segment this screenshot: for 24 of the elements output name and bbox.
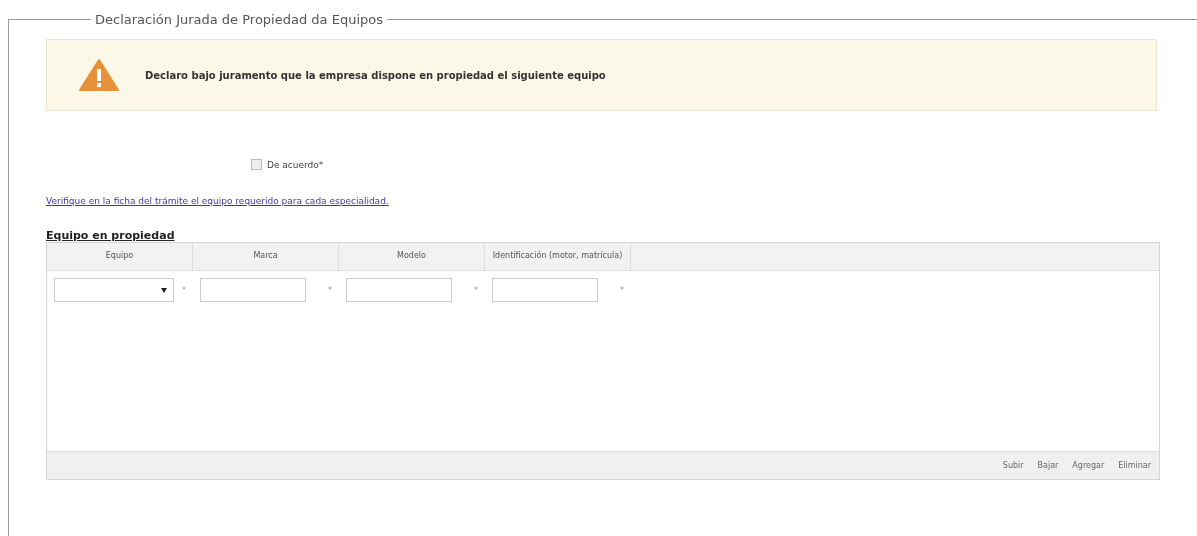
fieldset-legend: Declaración Jurada de Propiedad da Equipos [91, 12, 387, 27]
requirements-link[interactable]: Verifique en la ficha del trámite el equipo requerido para cada especialidad. [46, 196, 389, 206]
required-mark: * [474, 285, 478, 295]
text-field[interactable] [346, 278, 452, 302]
text-field[interactable] [492, 278, 598, 302]
toolbar-action[interactable]: Subir [1002, 461, 1024, 470]
agree-label: De acuerdo* [267, 159, 324, 170]
text-field[interactable] [200, 278, 306, 302]
toolbar-action[interactable]: Agregar [1072, 461, 1105, 470]
warning-text: Declaro bajo juramento que la empresa dispone en propiedad el siguiente equipo [145, 69, 606, 81]
toolbar-action[interactable]: Bajar [1037, 461, 1059, 470]
column-header: Modelo [339, 243, 485, 270]
warning-icon [79, 59, 119, 91]
dropdown-icon [161, 287, 167, 293]
required-mark: * [182, 285, 186, 295]
column-header: Equipo [47, 243, 193, 270]
agree-checkbox[interactable] [251, 159, 262, 170]
toolbar-action[interactable]: Eliminar [1118, 461, 1151, 470]
column-header: Identificación (motor, matrícula) [485, 243, 631, 270]
section-title: Equipo en propiedad [46, 229, 175, 242]
equipment-select[interactable] [54, 278, 174, 302]
required-mark: * [620, 285, 624, 295]
column-header: Marca [193, 243, 339, 270]
required-mark: * [328, 285, 332, 295]
